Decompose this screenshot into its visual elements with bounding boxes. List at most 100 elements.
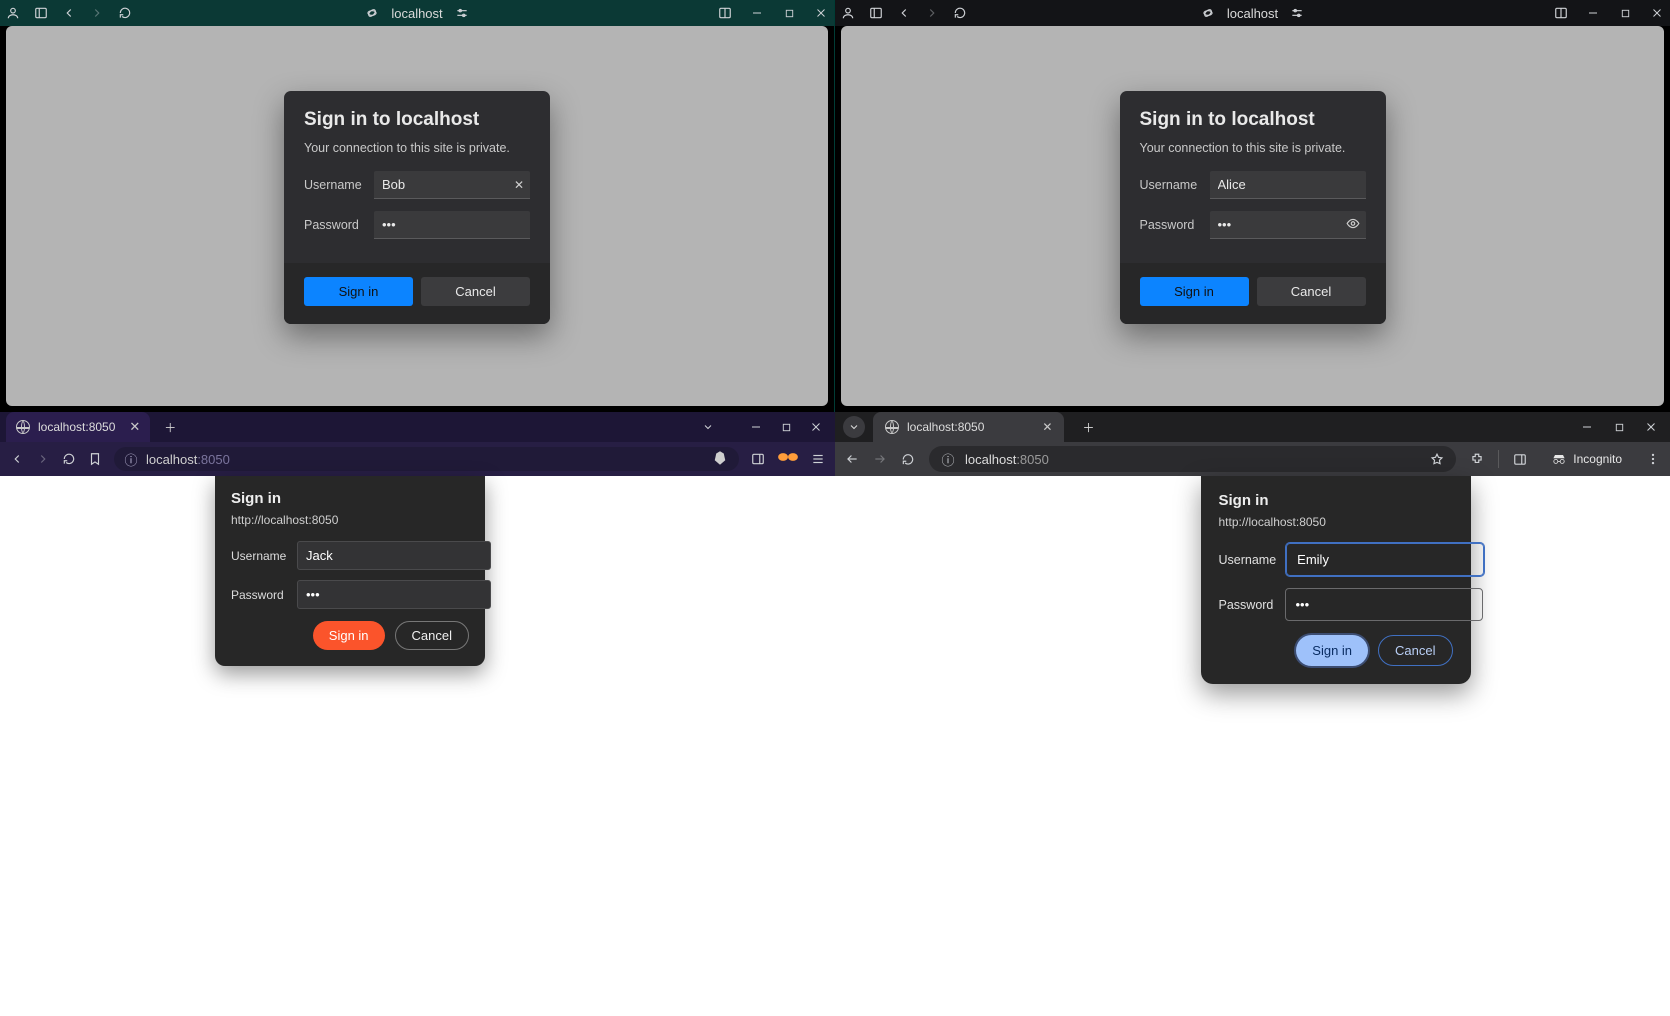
address-text[interactable]: localhost bbox=[391, 6, 442, 21]
dialog-subtitle: Your connection to this site is private. bbox=[304, 141, 530, 155]
signin-button[interactable]: Sign in bbox=[1140, 277, 1249, 306]
username-label: Username bbox=[1140, 178, 1200, 192]
brave-window: localhost:8050 ✕ ＋ ⓘ localhost:8050 Sign… bbox=[0, 412, 835, 1016]
cancel-button[interactable]: Cancel bbox=[395, 621, 469, 650]
cancel-button[interactable]: Cancel bbox=[1378, 635, 1452, 666]
maximize-icon[interactable] bbox=[779, 420, 793, 434]
password-label: Password bbox=[304, 218, 364, 232]
split-icon[interactable] bbox=[718, 6, 732, 20]
reload-icon[interactable] bbox=[901, 452, 915, 466]
auth-dialog: Sign in http://localhost:8050 Username P… bbox=[1201, 476, 1471, 684]
forward-icon[interactable] bbox=[925, 6, 939, 20]
site-info-icon[interactable] bbox=[365, 6, 379, 20]
tab-close-icon[interactable]: ✕ bbox=[1042, 420, 1052, 434]
tab-search-icon[interactable] bbox=[843, 416, 865, 438]
forward-icon[interactable] bbox=[90, 6, 104, 20]
edge-window-right: localhost Sign in to localhost Your conn… bbox=[835, 0, 1670, 412]
tab-title: localhost:8050 bbox=[38, 420, 115, 434]
tab[interactable]: localhost:8050 ✕ bbox=[873, 412, 1064, 442]
signin-button[interactable]: Sign in bbox=[1296, 635, 1368, 666]
incognito-badge[interactable]: Incognito bbox=[1541, 449, 1632, 469]
dialog-title: Sign in bbox=[1219, 492, 1453, 509]
close-icon[interactable] bbox=[809, 420, 823, 434]
menu-icon[interactable] bbox=[811, 452, 825, 466]
url-host: localhost bbox=[146, 452, 197, 467]
signin-button[interactable]: Sign in bbox=[313, 621, 385, 650]
username-label: Username bbox=[304, 178, 364, 192]
private-glasses-icon[interactable] bbox=[777, 450, 799, 468]
address-text[interactable]: localhost bbox=[1227, 6, 1278, 21]
back-icon[interactable] bbox=[897, 6, 911, 20]
username-label: Username bbox=[231, 549, 287, 563]
bookmark-star-icon[interactable] bbox=[1430, 452, 1444, 466]
minimize-icon[interactable] bbox=[750, 6, 764, 20]
close-icon[interactable] bbox=[1644, 420, 1658, 434]
minimize-icon[interactable] bbox=[1586, 6, 1600, 20]
new-tab-icon[interactable]: ＋ bbox=[164, 419, 176, 436]
url-port: :8050 bbox=[197, 452, 230, 467]
minimize-icon[interactable] bbox=[1580, 420, 1594, 434]
dialog-site: http://localhost:8050 bbox=[231, 513, 469, 527]
password-input[interactable] bbox=[297, 580, 491, 609]
forward-icon[interactable] bbox=[36, 452, 50, 466]
password-input[interactable] bbox=[1210, 211, 1366, 239]
site-info-icon[interactable]: ⓘ bbox=[941, 452, 955, 466]
profile-icon[interactable] bbox=[6, 6, 20, 20]
sidebar-icon[interactable] bbox=[751, 452, 765, 466]
extensions-icon[interactable] bbox=[1470, 452, 1484, 466]
sidebar-icon[interactable] bbox=[869, 6, 883, 20]
username-input[interactable] bbox=[297, 541, 491, 570]
auth-dialog: Sign in http://localhost:8050 Username P… bbox=[215, 476, 485, 666]
maximize-icon[interactable] bbox=[782, 6, 796, 20]
menu-icon[interactable] bbox=[1646, 452, 1660, 466]
dialog-subtitle: Your connection to this site is private. bbox=[1140, 141, 1366, 155]
tab[interactable]: localhost:8050 ✕ bbox=[6, 412, 150, 442]
password-input[interactable] bbox=[1285, 588, 1483, 621]
back-icon[interactable] bbox=[62, 6, 76, 20]
toolbar: ⓘ localhost:8050 bbox=[0, 442, 835, 476]
tab-close-icon[interactable]: ✕ bbox=[129, 419, 140, 435]
clear-icon[interactable]: ✕ bbox=[514, 178, 524, 192]
cancel-button[interactable]: Cancel bbox=[1257, 277, 1366, 306]
tabs-dropdown-icon[interactable] bbox=[701, 420, 715, 434]
settings-slider-icon[interactable] bbox=[1290, 6, 1304, 20]
back-icon[interactable] bbox=[845, 452, 859, 466]
close-icon[interactable] bbox=[1650, 6, 1664, 20]
side-panel-icon[interactable] bbox=[1513, 452, 1527, 466]
signin-button[interactable]: Sign in bbox=[304, 277, 413, 306]
reload-icon[interactable] bbox=[62, 452, 76, 466]
split-icon[interactable] bbox=[1554, 6, 1568, 20]
username-input[interactable] bbox=[374, 171, 530, 199]
sidebar-icon[interactable] bbox=[34, 6, 48, 20]
edge-window-left: localhost Sign in to localhost Your conn… bbox=[0, 0, 835, 412]
password-input[interactable] bbox=[374, 211, 530, 239]
tab-title: localhost:8050 bbox=[907, 420, 984, 434]
url-port: :8050 bbox=[1016, 452, 1049, 467]
maximize-icon[interactable] bbox=[1612, 420, 1626, 434]
close-icon[interactable] bbox=[814, 6, 828, 20]
reveal-password-icon[interactable] bbox=[1346, 217, 1360, 234]
incognito-label: Incognito bbox=[1573, 452, 1622, 466]
forward-icon[interactable] bbox=[873, 452, 887, 466]
viewport: Sign in http://localhost:8050 Username P… bbox=[0, 476, 835, 1016]
maximize-icon[interactable] bbox=[1618, 6, 1632, 20]
site-info-icon[interactable]: ⓘ bbox=[124, 452, 138, 466]
new-tab-icon[interactable]: ＋ bbox=[1082, 419, 1094, 436]
minimize-icon[interactable] bbox=[749, 420, 763, 434]
site-info-icon[interactable] bbox=[1201, 6, 1215, 20]
address-bar[interactable]: ⓘ localhost:8050 bbox=[929, 446, 1456, 472]
username-input[interactable] bbox=[1210, 171, 1366, 199]
settings-slider-icon[interactable] bbox=[455, 6, 469, 20]
brave-shields-icon[interactable] bbox=[711, 449, 729, 470]
password-label: Password bbox=[231, 588, 287, 602]
username-input[interactable] bbox=[1286, 543, 1484, 576]
username-label: Username bbox=[1219, 553, 1277, 567]
auth-dialog: Sign in to localhost Your connection to … bbox=[284, 91, 550, 324]
reload-icon[interactable] bbox=[953, 6, 967, 20]
address-bar[interactable]: ⓘ localhost:8050 bbox=[114, 447, 739, 471]
reload-icon[interactable] bbox=[118, 6, 132, 20]
back-icon[interactable] bbox=[10, 452, 24, 466]
cancel-button[interactable]: Cancel bbox=[421, 277, 530, 306]
profile-icon[interactable] bbox=[841, 6, 855, 20]
bookmark-icon[interactable] bbox=[88, 452, 102, 466]
